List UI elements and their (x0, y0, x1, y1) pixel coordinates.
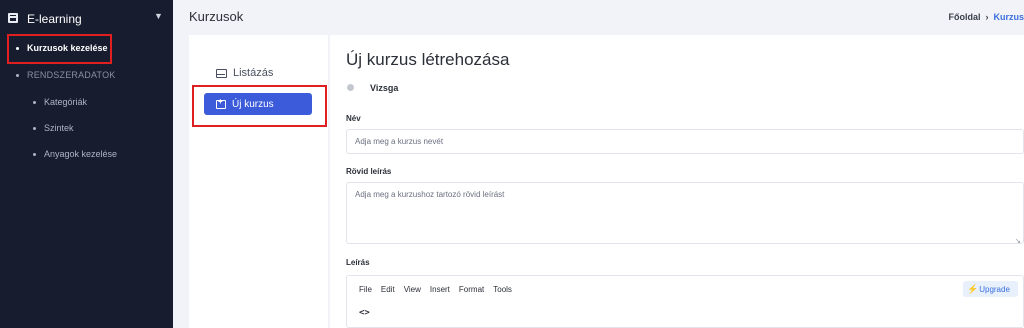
window-icon (8, 13, 18, 23)
short-description-label: Rövid leírás (346, 167, 392, 176)
inbox-icon (216, 68, 227, 78)
menu-file[interactable]: File (359, 285, 372, 294)
rich-text-editor[interactable] (346, 275, 1024, 328)
bullet-icon (33, 127, 36, 130)
breadcrumb-separator: › (985, 12, 989, 22)
exam-toggle[interactable] (347, 84, 354, 91)
editor-menubar: File Edit View Insert Format Tools (359, 285, 521, 294)
bullet-icon (33, 101, 36, 104)
exam-toggle-label: Vizsga (370, 83, 399, 93)
upgrade-label: Upgrade (979, 284, 1010, 294)
breadcrumb-home[interactable]: Főoldal (948, 12, 980, 22)
resize-handle-icon[interactable]: ↘ (1015, 237, 1021, 245)
short-description-textarea[interactable] (346, 182, 1024, 244)
form-title: Új kurzus létrehozása (346, 50, 510, 69)
highlight-box (192, 85, 327, 127)
sidebar-app-header[interactable]: E-learning ▼ (0, 0, 173, 38)
sidebar-item-levels[interactable]: Szintek (0, 120, 173, 138)
upgrade-button[interactable]: ⚡ Upgrade (963, 281, 1018, 297)
name-label: Név (346, 114, 361, 123)
bullet-icon (16, 74, 19, 77)
breadcrumb-current[interactable]: Kurzus (993, 12, 1024, 22)
sidebar-section-system-data[interactable]: RENDSZERADATOK (0, 67, 173, 85)
page-title: Kurzusok (189, 9, 244, 24)
list-courses-link[interactable]: Listázás (216, 67, 273, 79)
sidebar-item-label: Anyagok kezelése (44, 149, 118, 159)
menu-edit[interactable]: Edit (381, 285, 395, 294)
menu-view[interactable]: View (404, 285, 421, 294)
breadcrumb: Főoldal › Kurzus (948, 12, 1024, 22)
lightning-icon: ⚡ (967, 283, 979, 294)
bullet-icon (33, 153, 36, 156)
highlight-box (7, 34, 112, 64)
sidebar-item-label: Szintek (44, 123, 74, 133)
sidebar-item-label: Kategóriák (44, 97, 88, 107)
sidebar-item-categories[interactable]: Kategóriák (0, 94, 173, 112)
sidebar: E-learning ▼ Kurzusok kezelése RENDSZERA… (0, 0, 173, 328)
chevron-down-icon[interactable]: ▼ (154, 11, 163, 21)
app-title: E-learning (27, 12, 82, 26)
code-icon[interactable]: <> (359, 308, 370, 318)
course-name-input[interactable] (346, 129, 1024, 154)
list-courses-label: Listázás (233, 67, 274, 79)
menu-tools[interactable]: Tools (493, 285, 512, 294)
sidebar-item-label: RENDSZERADATOK (27, 70, 116, 80)
description-label: Leírás (346, 258, 370, 267)
menu-insert[interactable]: Insert (430, 285, 450, 294)
menu-format[interactable]: Format (459, 285, 484, 294)
sidebar-item-materials[interactable]: Anyagok kezelése (0, 146, 173, 164)
